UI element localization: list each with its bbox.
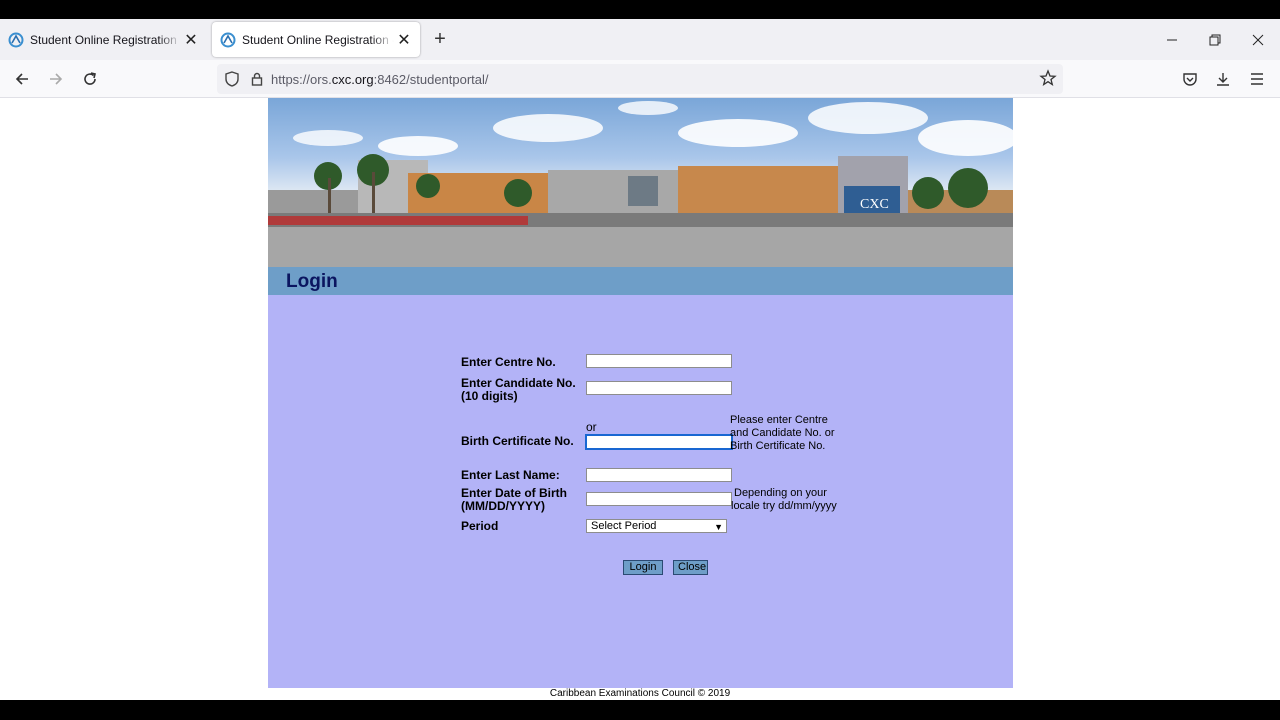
dob-note-line1: Depending on your (734, 487, 827, 499)
centre-no-input[interactable] (586, 354, 732, 368)
birth-certificate-label: Birth Certificate No. (461, 434, 574, 448)
dob-locale-note: Depending on your locale try dd/mm/yyyy (731, 487, 837, 513)
cxc-favicon-icon (8, 32, 24, 48)
dob-input[interactable] (586, 492, 732, 506)
lock-icon[interactable] (251, 72, 263, 86)
url-prefix: https://ors. (271, 71, 332, 87)
hamburger-menu-icon[interactable] (1246, 68, 1268, 90)
tab-active[interactable]: Student Online Registration - Lo ✕ (212, 22, 420, 57)
or-separator: or (586, 420, 597, 434)
tab-close-icon[interactable]: ✕ (394, 30, 414, 50)
chevron-down-icon: ▼ (714, 522, 723, 532)
back-arrow-icon[interactable] (7, 64, 37, 94)
restore-icon[interactable] (1194, 19, 1236, 60)
dob-label: Enter Date of Birth (MM/DD/YYYY) (461, 487, 567, 513)
tab-title: Student Online Registration - Lo (30, 32, 181, 47)
close-button[interactable]: Close (673, 560, 708, 575)
new-tab-plus-icon[interactable]: + (430, 27, 450, 51)
reload-icon[interactable] (75, 64, 105, 94)
pocket-icon[interactable] (1179, 68, 1201, 90)
dob-label-line2: (MM/DD/YYYY) (461, 499, 545, 513)
tracking-shield-icon[interactable] (225, 71, 239, 87)
last-name-label: Enter Last Name: (461, 468, 560, 482)
address-bar[interactable]: https://ors.cxc.org:8462/studentportal/ (217, 64, 1063, 94)
candidate-no-label-line2: (10 digits) (461, 389, 518, 403)
forward-arrow-icon[interactable] (41, 64, 71, 94)
cxc-sign-logo: CXC (860, 197, 889, 212)
login-button[interactable]: Login (623, 560, 663, 575)
period-select[interactable]: Select Period ▼ (586, 519, 727, 533)
cxc-favicon-icon (220, 32, 236, 48)
login-header-bar: Login (268, 267, 1013, 295)
period-label: Period (461, 519, 499, 533)
screen-bottom-bar (0, 700, 1280, 720)
birth-certificate-input[interactable] (585, 434, 733, 450)
minimize-icon[interactable] (1151, 19, 1193, 60)
url-domain: cxc.org (331, 71, 374, 87)
tab-title: Student Online Registration - Lo (242, 32, 394, 47)
last-name-input[interactable] (586, 468, 732, 482)
login-container: CXC Login Enter Centre No. Enter Candida… (268, 98, 1013, 688)
period-select-value: Select Period (591, 520, 657, 532)
url-suffix: :8462/studentportal/ (373, 71, 489, 87)
tab-close-icon[interactable]: ✕ (181, 30, 201, 50)
bookmark-star-icon[interactable] (1039, 69, 1057, 92)
screen-top-bar (0, 0, 1280, 19)
centre-no-label: Enter Centre No. (461, 355, 556, 369)
dob-note-line2: locale try dd/mm/yyyy (731, 500, 837, 512)
login-heading: Login (286, 271, 338, 292)
candidate-no-label: Enter Candidate No. (10 digits) (461, 377, 576, 403)
tab-inactive[interactable]: Student Online Registration - Lo ✕ (0, 22, 207, 57)
window-close-icon[interactable] (1237, 19, 1279, 60)
id-instruction-line3: Birth Certificate No. (730, 440, 826, 452)
candidate-no-input[interactable] (586, 381, 732, 395)
copyright-footer: Caribbean Examinations Council © 2019 (549, 688, 731, 699)
id-instruction-note: Please enter Centre and Candidate No. or… (730, 414, 835, 453)
navigation-toolbar: https://ors.cxc.org:8462/studentportal/ (0, 60, 1280, 98)
id-instruction-line1: Please enter Centre (730, 414, 828, 426)
id-instruction-line2: and Candidate No. or (730, 427, 835, 439)
url-text: https://ors.cxc.org:8462/studentportal/ (271, 72, 489, 87)
download-icon[interactable] (1212, 68, 1234, 90)
tab-strip: Student Online Registration - Lo ✕ Stude… (0, 19, 1280, 60)
page-viewport: CXC Login Enter Centre No. Enter Candida… (0, 98, 1280, 700)
campus-banner-image: CXC (268, 98, 1013, 267)
